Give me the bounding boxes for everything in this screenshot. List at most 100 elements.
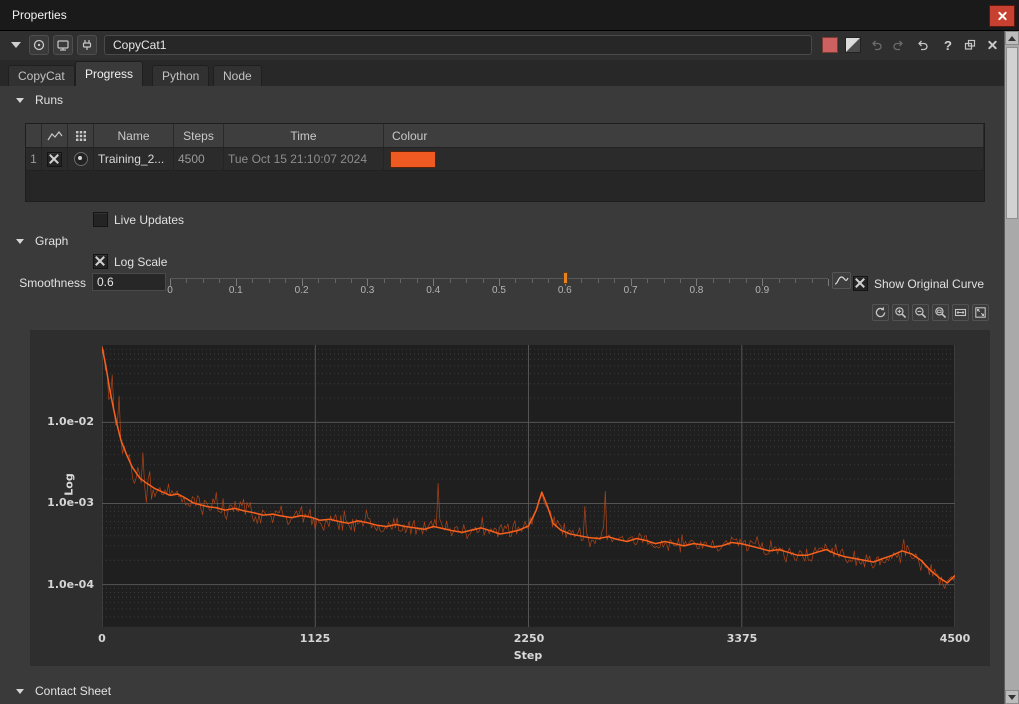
help-button[interactable]: ? [938,35,958,55]
window-close-button[interactable] [989,5,1015,27]
tab-progress[interactable]: Progress [75,61,143,86]
smoothness-label: Smoothness [0,276,86,290]
live-updates-label: Live Updates [114,213,184,227]
runs-collapse-triangle-icon[interactable] [16,98,24,103]
slider-tick [812,279,813,283]
curve-icon [834,275,849,286]
run-selected-radio[interactable] [74,152,88,166]
name-column-header[interactable]: Name [94,124,174,147]
curve-editor-button[interactable] [832,272,851,289]
undo-icon [869,38,883,52]
zoom-out-button[interactable] [912,304,929,321]
slider-tick [466,279,467,283]
run-enabled-checkbox[interactable] [47,152,62,167]
slider-tick [417,279,418,283]
time-column-header[interactable]: Time [224,124,384,147]
grid-column-icon [75,130,87,142]
titlebar[interactable]: Properties [0,0,1019,31]
slider-tick [186,279,187,283]
colour-group-button[interactable] [820,35,840,55]
close-panel-button[interactable] [982,35,1002,55]
runs-table-header: Name Steps Time Colour [26,124,984,148]
x-axis-tick-label: 4500 [940,632,971,645]
node-name-input[interactable] [104,35,812,55]
graph-zoom-toolbar [872,304,989,321]
enabled-column-header[interactable] [42,124,68,147]
y-axis-tick-label: 1.0e-02 [30,415,94,428]
zoom-fit-button[interactable] [972,304,989,321]
selected-column-header[interactable] [68,124,94,147]
reset-zoom-button[interactable] [872,304,889,321]
smoothness-slider-handle[interactable] [563,272,568,284]
run-name-cell[interactable]: Training_2... [94,148,174,170]
slider-tick [203,279,204,283]
show-original-row: Show Original Curve [853,276,984,291]
run-enabled-cell [42,148,68,170]
slider-tick [400,279,401,283]
slider-tick [351,279,352,283]
revert-button[interactable] [912,35,932,55]
live-updates-checkbox[interactable] [93,212,108,227]
diagonal-swatch-icon [845,37,861,53]
zoom-fit-horizontal-button[interactable] [952,304,969,321]
redo-icon [892,38,906,52]
monitor-button[interactable] [53,35,73,55]
log-scale-row: Log Scale [93,254,167,269]
zoom-fit-icon [974,306,987,319]
y-axis-tick-label: 1.0e-03 [30,496,94,509]
gl-colour-button[interactable] [843,35,863,55]
slider-tick-label: 0.5 [492,285,506,296]
chart-plot-area[interactable] [102,345,955,627]
loss-curve-plot[interactable] [102,345,955,627]
nuke-properties-window: { "window": { "title": "Properties" }, "… [0,0,1019,704]
tab-node[interactable]: Node [213,65,262,86]
table-row[interactable]: 1 Training_2... 4500 Tue Oct 15 21:10:07… [26,148,984,171]
log-scale-checkbox[interactable] [93,254,108,269]
zoom-fit-horizontal-icon [954,306,967,319]
help-icon: ? [944,38,952,53]
steps-column-header[interactable]: Steps [174,124,224,147]
graph-section-label: Graph [35,234,68,248]
slider-tick [450,279,451,283]
zoom-region-button[interactable] [932,304,949,321]
slider-tick [335,279,336,283]
colour-column-header[interactable]: Colour [384,124,984,147]
contact-sheet-collapse-triangle-icon[interactable] [16,689,24,694]
tab-python[interactable]: Python [152,65,209,86]
slider-tick [483,279,484,283]
redo-button[interactable] [889,35,909,55]
show-original-checkbox[interactable] [853,276,868,291]
contact-sheet-section-header: Contact Sheet [16,684,111,698]
float-window-icon [963,38,977,52]
row-number-header [26,124,42,147]
smoothness-input[interactable] [92,273,166,291]
scrollbar-thumb[interactable] [1006,47,1018,219]
plug-button[interactable] [77,35,97,55]
slider-tick-label: 0.6 [558,285,572,296]
scroll-up-button[interactable] [1005,31,1019,45]
runs-section-header: Runs [16,93,63,107]
zoom-in-button[interactable] [892,304,909,321]
node-menu-button[interactable] [6,35,26,55]
slider-tick [680,279,681,283]
slider-tick [515,279,516,283]
tab-copycat[interactable]: CopyCat [8,65,75,86]
show-original-label: Show Original Curve [874,277,984,291]
slider-tick [318,279,319,283]
slider-tick-label: 0.2 [295,285,309,296]
scroll-down-button[interactable] [1005,690,1019,704]
run-colour-swatch[interactable] [390,151,436,168]
zoom-region-icon [934,306,947,319]
graph-collapse-triangle-icon[interactable] [16,239,24,244]
node-toolbar: ? [0,31,1005,61]
smoothness-slider[interactable]: 00.10.20.30.40.50.60.70.80.9 [170,270,828,300]
scroll-down-icon [1008,695,1016,700]
slider-tick [779,279,780,283]
vertical-scrollbar[interactable] [1004,31,1019,704]
contact-sheet-section-label: Contact Sheet [35,684,111,698]
center-node-button[interactable] [29,35,49,55]
float-panel-button[interactable] [960,35,980,55]
monitor-icon [56,38,70,52]
undo-button[interactable] [866,35,886,55]
scroll-up-icon [1008,36,1016,41]
